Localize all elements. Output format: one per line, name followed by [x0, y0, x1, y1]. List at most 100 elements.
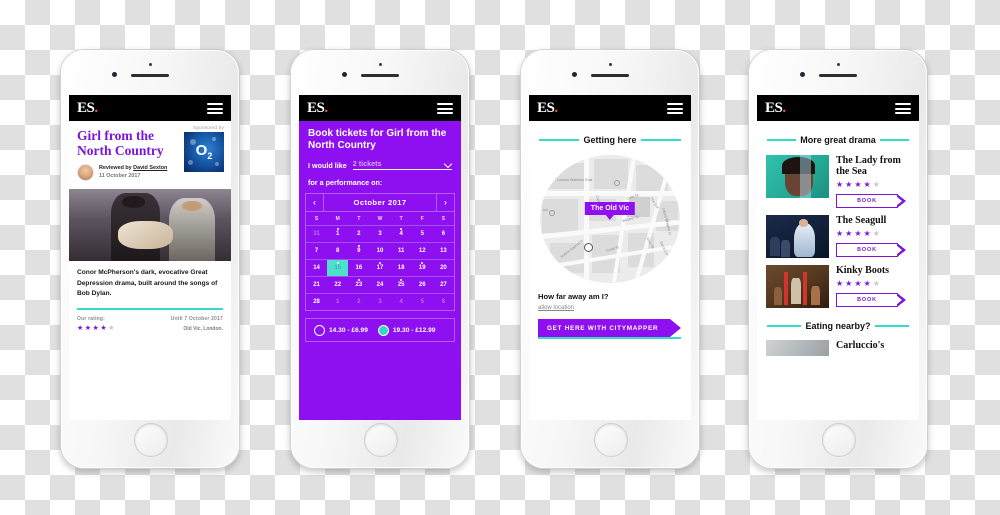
restaurant-thumb	[766, 340, 829, 356]
es-logo[interactable]: ES.	[765, 101, 786, 116]
radio-button-icon[interactable]	[314, 324, 325, 336]
calendar-day-number: 14	[313, 265, 320, 271]
show-title: Kinky Boots	[836, 265, 890, 276]
calendar-day[interactable]: 6	[433, 226, 454, 242]
logo-bubble	[212, 137, 216, 141]
map-label: loo	[543, 208, 548, 212]
phone-2-screen: ES. Book tickets for Girl from the North…	[299, 95, 461, 420]
calendar-day[interactable]: 16	[348, 260, 369, 276]
book-button[interactable]: BOOK	[836, 243, 914, 257]
calendar-day[interactable]: 14	[306, 260, 327, 276]
calendar-day[interactable]: 28	[306, 294, 327, 310]
es-header-2: ES.	[299, 95, 461, 121]
list-item[interactable]: The Seagull ★★★★★ BOOK	[757, 208, 919, 258]
calendar-grid: S M T W T F S 31 1 2 3 4 5 6 7 8 9 10 11 12 13 14 15 16 17 18 19 20…	[306, 212, 454, 310]
calendar-day[interactable]: 11	[391, 243, 412, 259]
section-title-text: More great drama	[796, 135, 880, 145]
home-button[interactable]	[594, 423, 628, 457]
calendar-day[interactable]: 7	[306, 243, 327, 259]
radio-button-icon[interactable]	[377, 324, 389, 336]
citymapper-button[interactable]: GET HERE WITH CITYMAPPER	[538, 319, 682, 339]
showtime-option[interactable]: 19.30 - £12.99	[377, 324, 436, 336]
list-item[interactable]: Kinky Boots ★★★★★ BOOK	[757, 258, 919, 308]
ticket-quantity-select[interactable]: 2 tickets	[352, 159, 452, 170]
front-camera-icon	[342, 72, 347, 77]
calendar-day-selected[interactable]: 15	[327, 260, 349, 276]
calendar-day[interactable]: 21	[306, 277, 327, 293]
es-header-4: ES.	[757, 95, 919, 121]
calendar-day[interactable]: 23	[348, 277, 369, 293]
allow-location-link[interactable]: allow location	[529, 301, 691, 311]
article-footer: Our rating: ★★★★★ Until 7 October 2017 O…	[69, 310, 231, 333]
byline-text: Reviewed by David Sexton 11 October 2017	[99, 165, 167, 180]
page-title: Girl from the North Country	[77, 128, 164, 158]
calendar-next-button[interactable]: ›	[436, 194, 454, 211]
rating-block: Our rating: ★★★★★	[77, 316, 116, 333]
calendar-day[interactable]: 27	[433, 277, 454, 293]
calendar-day[interactable]: 2	[348, 226, 369, 242]
showtime-label: 19.30 - £12.99	[392, 326, 436, 334]
home-button[interactable]	[134, 423, 168, 457]
showtime-option[interactable]: 14.30 - £6.99	[314, 324, 368, 336]
showtime-options: 14.30 - £6.99 19.30 - £12.99	[305, 318, 455, 342]
calendar-day[interactable]: 12	[412, 243, 433, 259]
calendar-dow: T	[357, 216, 361, 222]
arrow-right-icon	[670, 319, 681, 337]
hamburger-menu-icon[interactable]	[437, 103, 453, 114]
calendar-day[interactable]: 24	[369, 277, 390, 293]
calendar-day[interactable]: 13	[433, 243, 454, 259]
phone-4-screen: ES. More great drama The Lady from the S…	[757, 95, 919, 420]
calendar-prev-button[interactable]: ‹	[306, 194, 324, 211]
calendar-day-number: 1	[336, 299, 340, 305]
hamburger-menu-icon[interactable]	[895, 103, 911, 114]
home-button[interactable]	[364, 423, 398, 457]
map-pin-tip	[605, 215, 614, 220]
venue-label: Old Vic, London.	[183, 326, 223, 332]
event-dot-icon	[400, 278, 403, 281]
calendar-day[interactable]: 9	[348, 243, 369, 259]
o2-sponsor-logo-icon[interactable]: O2	[184, 132, 224, 172]
calendar-day[interactable]: 4	[391, 226, 412, 242]
sponsored-label: Sponsored by	[193, 125, 224, 130]
list-item[interactable]: The Lady from the Sea ★★★★★ BOOK	[757, 148, 919, 208]
home-button[interactable]	[822, 423, 856, 457]
calendar-day[interactable]: 3	[369, 226, 390, 242]
distance-question: How far away am I?	[538, 292, 609, 301]
avatar	[77, 164, 94, 181]
calendar-day[interactable]: 5	[412, 226, 433, 242]
calendar-day-number: 19	[418, 265, 426, 271]
phone-mockup-1: ES. Sponsored by O2 Girl from the North …	[60, 49, 240, 469]
book-button[interactable]: BOOK	[836, 293, 914, 307]
calendar-day[interactable]: 20	[433, 260, 454, 276]
calendar-day[interactable]: 22	[327, 277, 348, 293]
calendar-dow: T	[399, 216, 403, 222]
book-button[interactable]: BOOK	[836, 194, 914, 208]
calendar-day[interactable]: 17	[369, 260, 390, 276]
event-dot-icon	[357, 278, 360, 281]
calendar-day[interactable]: 26	[412, 277, 433, 293]
hamburger-menu-icon[interactable]	[667, 103, 683, 114]
reviewer-link[interactable]: David Sexton	[133, 165, 167, 171]
venue-map[interactable]: London Waterloo East loo Station Approac…	[540, 155, 680, 283]
es-logo[interactable]: ES.	[537, 101, 558, 116]
hamburger-menu-icon[interactable]	[207, 103, 223, 114]
calendar-day[interactable]: 18	[391, 260, 412, 276]
calendar-day[interactable]: 25	[391, 277, 412, 293]
lady-from-the-sea-thumb[interactable]	[766, 155, 829, 198]
showtime-label: 14.30 - £6.99	[329, 326, 368, 334]
es-logo[interactable]: ES.	[307, 101, 328, 116]
calendar-day[interactable]: 8	[327, 243, 348, 259]
book-button-label: BOOK	[857, 297, 877, 303]
calendar-day-number: 9	[357, 248, 361, 254]
calendar-day[interactable]: 19	[412, 260, 433, 276]
calendar-day[interactable]: 10	[369, 243, 390, 259]
calendar-day[interactable]: 1	[327, 226, 348, 242]
seagull-thumb[interactable]	[766, 215, 829, 258]
es-logo[interactable]: ES.	[77, 101, 98, 116]
booking-panel: Book tickets for Girl from the North Cou…	[299, 121, 461, 420]
map-pin-old-vic[interactable]: The Old Vic	[584, 202, 636, 220]
kinky-boots-thumb[interactable]	[766, 265, 829, 308]
proximity-sensor-icon	[148, 63, 152, 66]
event-dot-icon	[400, 227, 403, 230]
restaurant-item[interactable]: Carluccio's	[757, 334, 919, 356]
